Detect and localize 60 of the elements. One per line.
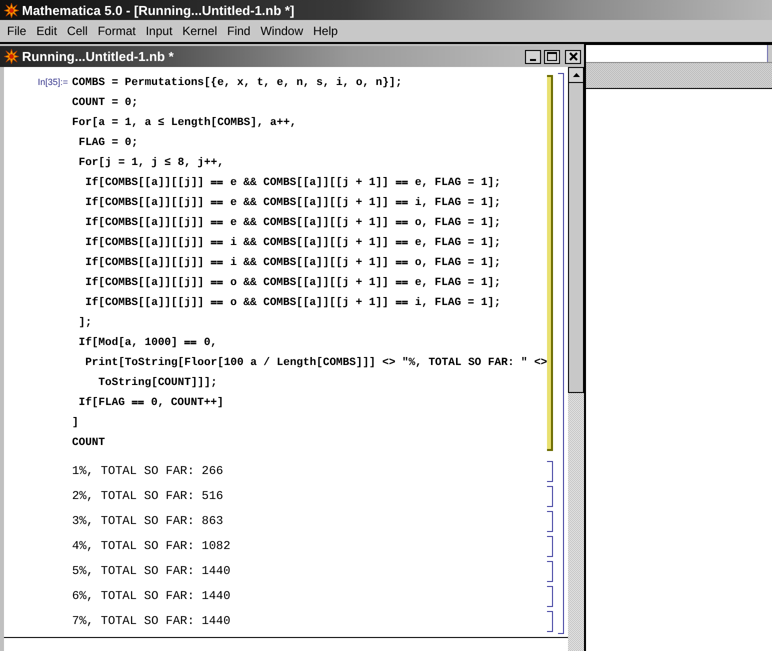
close-icon [568,52,578,61]
output-line: 3%, TOTAL SO FAR: 863 [72,513,224,530]
cell-bracket[interactable] [547,536,554,557]
maximize-button[interactable] [544,50,560,64]
dropdown-field[interactable] [586,45,772,63]
up-arrow-icon [572,73,580,77]
menu-item[interactable]: Help [308,24,343,38]
menu-item[interactable]: Edit [31,24,62,38]
output-line: 6%, TOTAL SO FAR: 1440 [72,588,230,605]
code-line: Print[ToString[Floor[100 a / Length[COMBS]]] <> "%, TOTAL SO FAR: " <> [84,356,548,371]
output-line: 5%, TOTAL SO FAR: 1440 [72,563,230,580]
menu-item[interactable]: Kernel [177,24,222,38]
code-line: COMBS = Permutations[{e, x, t, e, n, s, i, o, n}]; [72,76,404,91]
app-logo-icon [4,49,19,64]
group-bracket[interactable] [558,73,564,634]
code-line: If[COMBS[[a]][[j]] ⩵ e && COMBS[[a]][[j + 1]] ⩵ e, FLAG = 1]; [84,176,502,191]
code-line: If[COMBS[[a]][[j]] ⩵ i && COMBS[[a]][[j + 1]] ⩵ o, FLAG = 1]; [84,256,502,271]
code-line: For[a = 1, a ≤ Length[COMBS], a++, [72,116,298,131]
app-logo-icon [4,2,19,18]
input-label: In[35]:= [36,76,69,89]
window-title: Mathematica 5.0 - [Running...Untitled-1.nb *] [22,2,294,18]
output-line: 2%, TOTAL SO FAR: 516 [72,488,224,505]
cell-bracket[interactable] [547,75,554,451]
cell-bracket[interactable] [547,586,554,607]
minimize-button[interactable] [525,50,542,64]
cell-bracket[interactable] [547,486,554,507]
menu-item[interactable]: File [2,24,32,38]
cell-bracket[interactable] [547,561,554,582]
close-button[interactable] [565,50,582,64]
code-line: If[COMBS[[a]][[j]] ⩵ e && COMBS[[a]][[j + 1]] ⩵ o, FLAG = 1]; [84,216,502,231]
code-line: If[COMBS[[a]][[j]] ⩵ o && COMBS[[a]][[j + 1]] ⩵ i, FLAG = 1]; [84,296,502,311]
output-line: 4%, TOTAL SO FAR: 1082 [72,538,230,555]
output-line: 1%, TOTAL SO FAR: 266 [72,463,224,480]
maximize-icon [547,52,558,61]
code-line: For[j = 1, j ≤ 8, j++, [78,156,225,171]
code-line: ]; [78,316,93,331]
output-line: 7%, TOTAL SO FAR: 1440 [72,613,230,630]
code-line: FLAG = 0; [78,136,140,151]
notebook-title: Running...Untitled-1.nb * [22,49,174,64]
code-line: COUNT [72,436,106,451]
menu-item[interactable]: Cell [62,24,93,38]
cell-bracket[interactable] [547,611,554,632]
code-line: If[COMBS[[a]][[j]] ⩵ e && COMBS[[a]][[j + 1]] ⩵ i, FLAG = 1]; [84,196,502,211]
code-line: ToString[COUNT]]]; [97,376,218,391]
code-line: If[Mod[a, 1000] ⩵ 0, [78,336,218,351]
code-line: If[FLAG ⩵ 0, COUNT++] [78,396,225,411]
cell-bracket[interactable] [547,461,554,482]
scroll-thumb[interactable] [568,83,584,393]
menu-item[interactable]: Format [92,24,141,38]
menu-item[interactable]: Input [140,24,178,38]
code-line: If[COMBS[[a]][[j]] ⩵ i && COMBS[[a]][[j + 1]] ⩵ e, FLAG = 1]; [84,236,502,251]
scrollbar[interactable] [568,67,584,651]
code-line: ] [72,416,80,431]
minimize-icon [530,58,536,60]
scroll-up-button[interactable] [568,67,584,83]
code-line: COUNT = 0; [72,96,140,111]
menu-item[interactable]: Window [255,24,308,38]
code-line: If[COMBS[[a]][[j]] ⩵ o && COMBS[[a]][[j + 1]] ⩵ e, FLAG = 1]; [84,276,502,291]
menu-item[interactable]: Find [222,24,256,38]
cell-bracket[interactable] [547,511,554,532]
